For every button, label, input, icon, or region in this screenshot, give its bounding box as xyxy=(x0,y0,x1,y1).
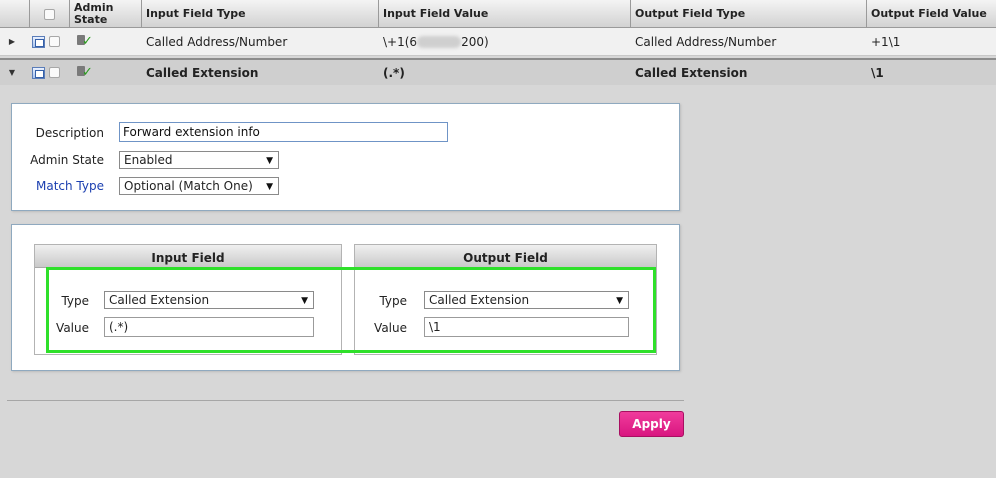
admin-state-cell: ✓ xyxy=(72,60,94,85)
output-field-title: Output Field xyxy=(355,245,656,268)
input-type-select[interactable]: Called Extension ▼ xyxy=(104,291,314,309)
table-row[interactable]: ▼ ✓ Called Extension (.*) Called Extensi… xyxy=(0,58,996,85)
output-type-cell: Called Address/Number xyxy=(635,34,777,49)
output-type-select[interactable]: Called Extension ▼ xyxy=(424,291,629,309)
dropdown-arrow-icon: ▼ xyxy=(266,182,273,192)
enabled-status-icon: ✓ xyxy=(76,34,94,50)
collapse-arrow-icon[interactable]: ▼ xyxy=(7,60,17,85)
header-admin-state[interactable]: Admin State xyxy=(70,0,142,28)
dropdown-arrow-icon: ▼ xyxy=(616,296,623,306)
description-label: Description xyxy=(35,126,104,140)
input-value-field[interactable]: (.*) xyxy=(104,317,314,337)
dropdown-arrow-icon: ▼ xyxy=(266,156,273,166)
header-output-field-value[interactable]: Output Field Value xyxy=(867,0,996,28)
output-value-cell: \1 xyxy=(871,65,884,80)
admin-state-value: Enabled xyxy=(124,153,173,167)
admin-state-label: Admin State xyxy=(30,153,104,167)
header-output-field-type[interactable]: Output Field Type xyxy=(631,0,867,28)
input-field-title: Input Field xyxy=(35,245,341,268)
input-value-suffix: 200) xyxy=(461,34,489,49)
input-type-value: Called Extension xyxy=(109,293,210,307)
redacted-mask xyxy=(417,35,462,48)
output-type-value: Called Extension xyxy=(429,293,530,307)
output-field-box: Output Field Type Called Extension ▼ Val… xyxy=(354,244,657,355)
output-value-field[interactable]: \1 xyxy=(424,317,629,337)
edit-icon[interactable] xyxy=(32,66,45,79)
header-input-field-value[interactable]: Input Field Value xyxy=(379,0,631,28)
output-value-label: Value xyxy=(374,321,407,335)
enabled-status-icon: ✓ xyxy=(76,65,94,81)
input-value-cell: \+1(6 200) xyxy=(379,28,489,55)
input-type-cell: Called Extension xyxy=(146,65,259,80)
header-select-col xyxy=(30,0,70,28)
header-expander-col xyxy=(0,0,30,28)
expand-arrow-icon[interactable]: ▶ xyxy=(7,28,17,55)
match-type-value: Optional (Match One) xyxy=(124,179,253,193)
input-type-cell: Called Address/Number xyxy=(146,34,288,49)
input-value-cell: (.*) xyxy=(383,65,405,80)
edit-icon[interactable] xyxy=(32,35,45,48)
description-field[interactable] xyxy=(119,122,448,142)
field-mapping-panel: Input Field Type Called Extension ▼ Valu… xyxy=(11,224,680,371)
table-row[interactable]: ▶ ✓ Called Address/Number \+1(6 200) Cal… xyxy=(0,28,996,56)
header-input-field-type[interactable]: Input Field Type xyxy=(142,0,379,28)
output-type-label: Type xyxy=(379,294,407,308)
row-checkbox[interactable] xyxy=(49,67,60,78)
output-type-cell: Called Extension xyxy=(635,65,748,80)
input-value-label: Value xyxy=(56,321,89,335)
admin-state-select[interactable]: Enabled ▼ xyxy=(119,151,279,169)
rule-details-panel: Description Admin State Enabled ▼ Match … xyxy=(11,103,680,211)
match-type-select[interactable]: Optional (Match One) ▼ xyxy=(119,177,279,195)
dropdown-arrow-icon: ▼ xyxy=(301,296,308,306)
row-checkbox[interactable] xyxy=(49,36,60,47)
row-controls xyxy=(28,28,60,55)
match-type-link[interactable]: Match Type xyxy=(12,179,104,193)
divider xyxy=(7,400,684,401)
table-header: Admin State Input Field Type Input Field… xyxy=(0,0,996,28)
input-field-box: Input Field Type Called Extension ▼ Valu… xyxy=(34,244,342,355)
select-all-checkbox[interactable] xyxy=(44,8,55,20)
row-controls xyxy=(28,60,60,85)
input-type-label: Type xyxy=(61,294,89,308)
admin-state-cell: ✓ xyxy=(72,28,94,55)
input-value-prefix: \+1(6 xyxy=(383,34,418,49)
apply-button[interactable]: Apply xyxy=(619,411,684,437)
output-value-cell: +1\1 xyxy=(871,34,901,49)
